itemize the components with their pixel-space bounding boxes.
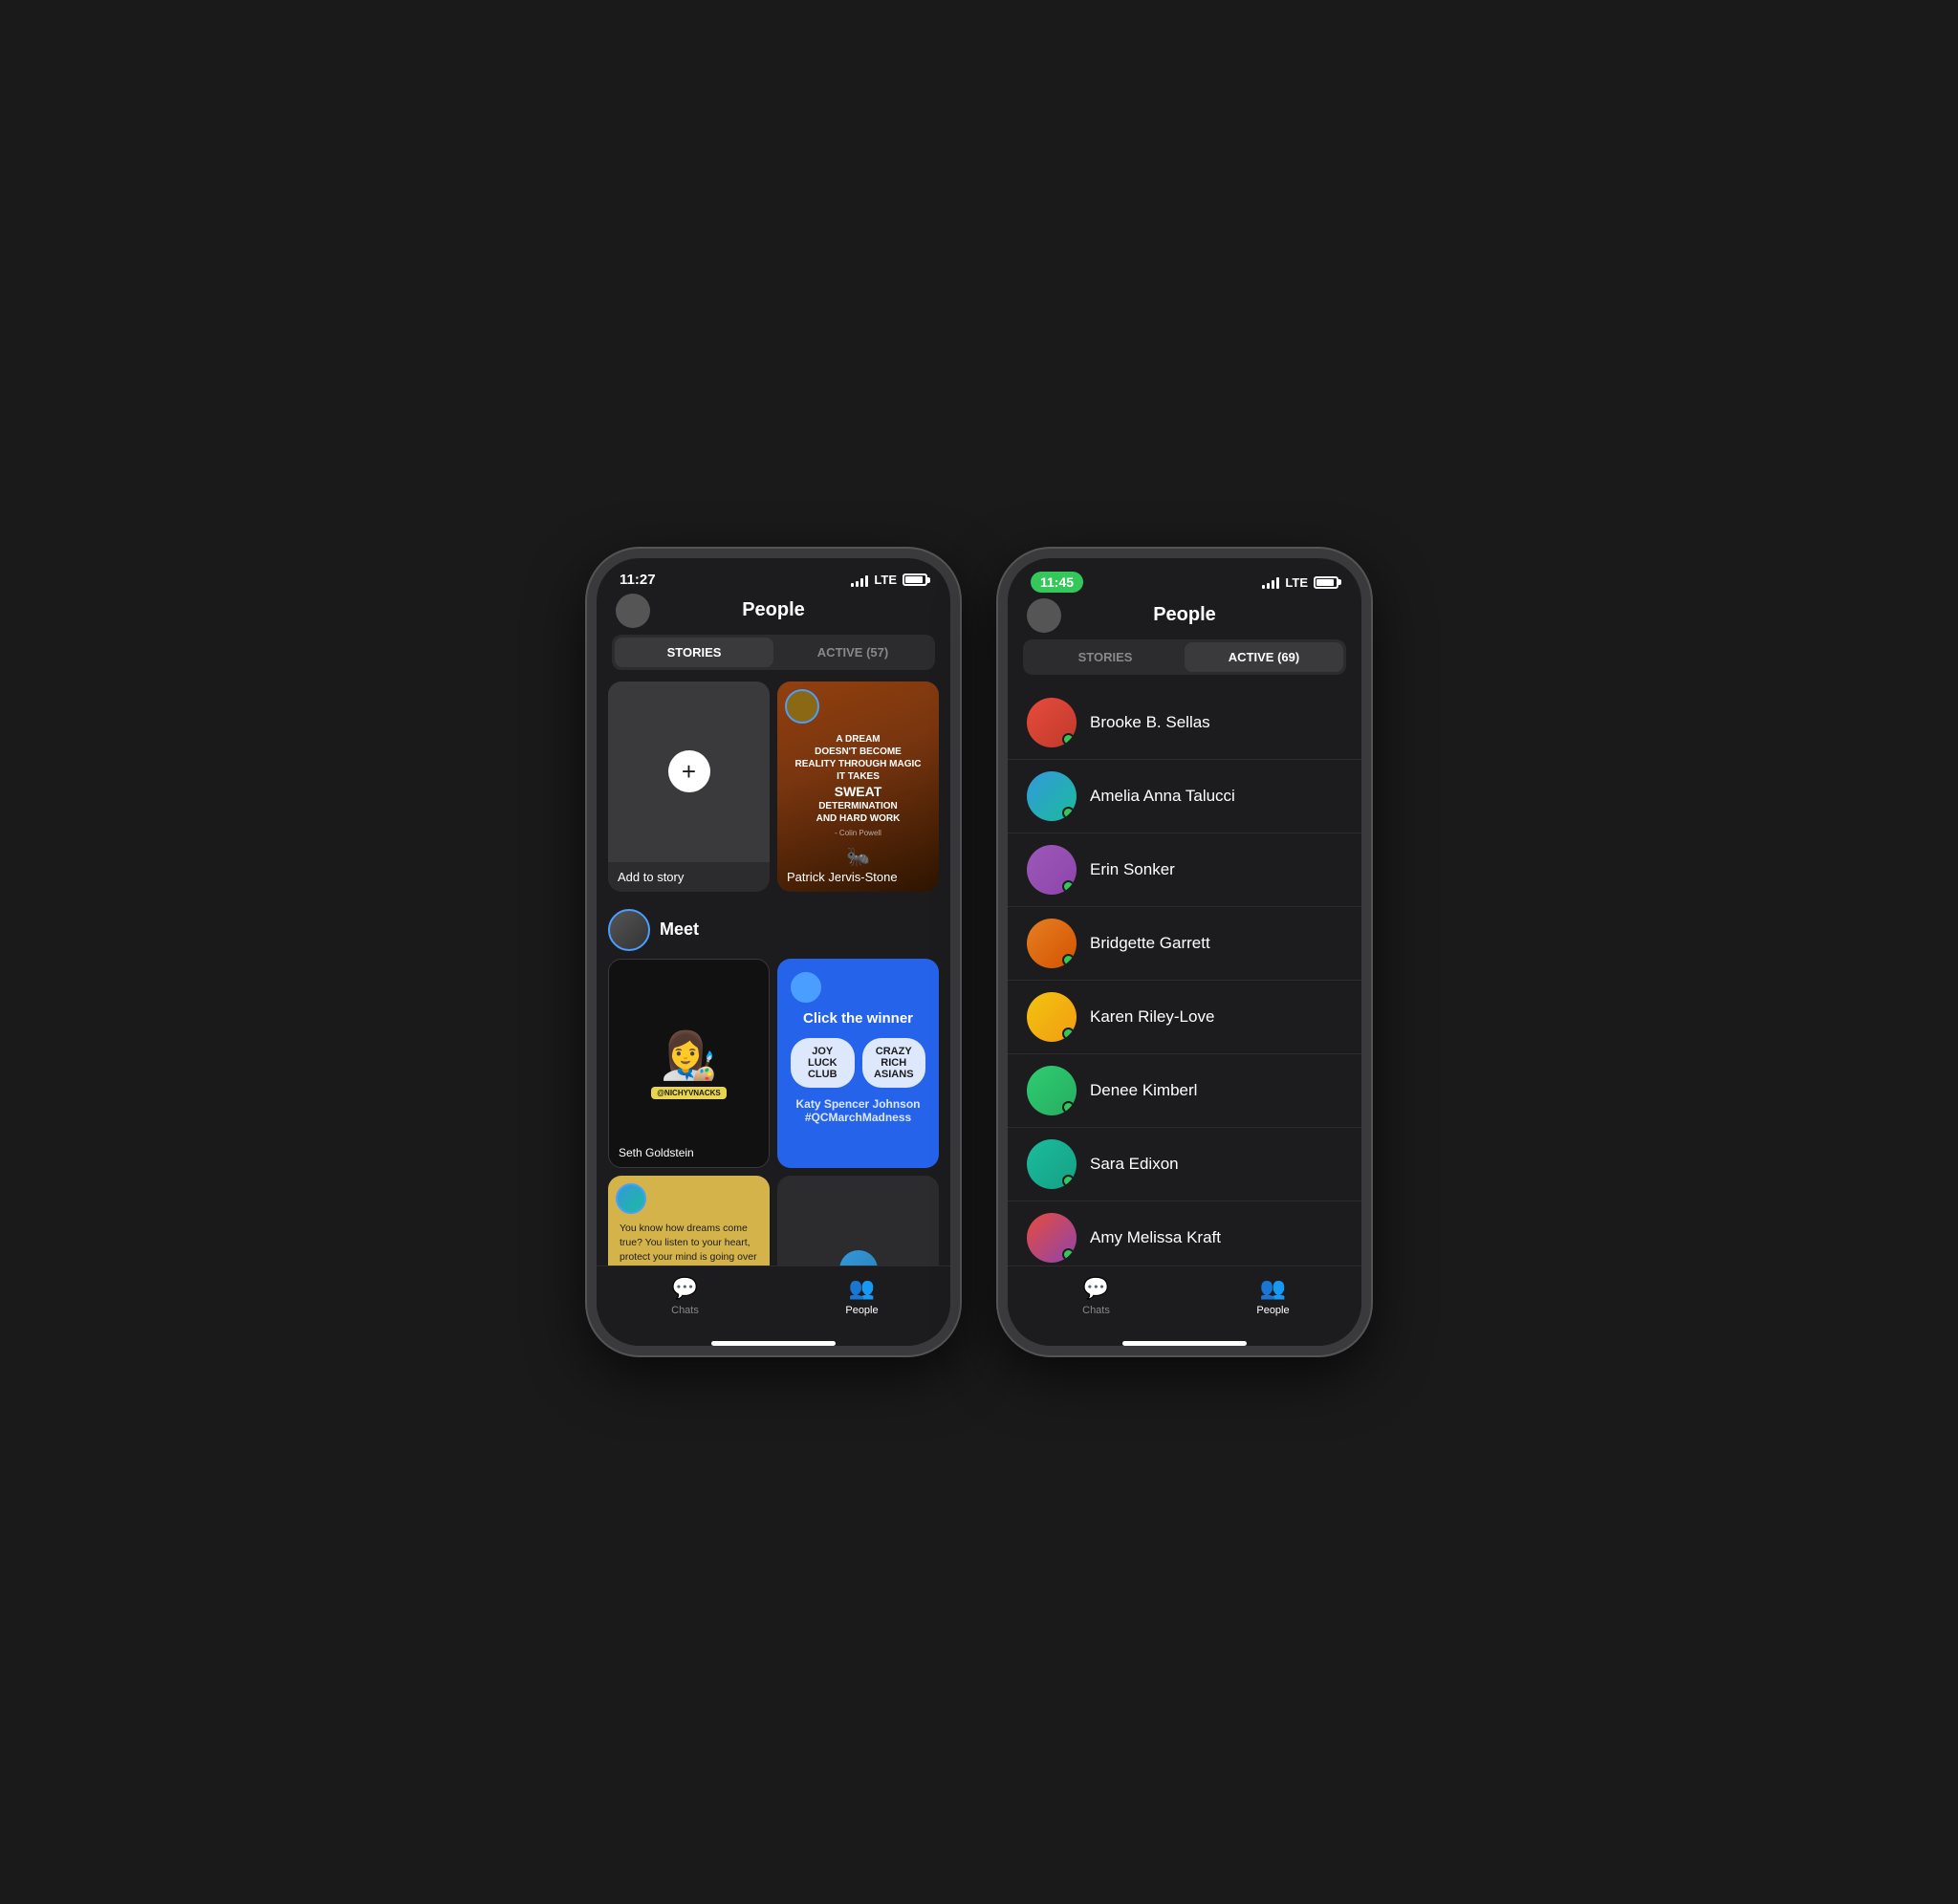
person-item-amy[interactable]: Amy Melissa Kraft (1008, 1201, 1361, 1266)
poll-user: Katy Spencer Johnson #QCMarchMadness (791, 1097, 925, 1124)
person-item-karen[interactable]: Karen Riley-Love (1008, 981, 1361, 1054)
story-card-katy[interactable]: Click the winner JOY LUCK CLUB CRAZY RIC… (777, 959, 939, 1169)
story-card-text[interactable]: You know how dreams come true? You liste… (608, 1176, 770, 1266)
person-name-brooke: Brooke B. Sellas (1090, 713, 1210, 732)
right-phone: 11:45 LTE People STORIES (998, 549, 1371, 1355)
left-phone: 11:27 LTE People STORIES (587, 549, 960, 1355)
signal-icon-right (1262, 575, 1279, 589)
story-card-patrick[interactable]: A DREAMDOESN'T BECOMEREALITY THROUGH MAG… (777, 682, 939, 892)
person-avatar-sara (1027, 1139, 1077, 1189)
nav-chats-left[interactable]: 💬 Chats (597, 1276, 773, 1316)
page-title-left: People (742, 599, 805, 621)
bottom-nav-left: 💬 Chats 👥 People (597, 1266, 950, 1335)
tab-stories-left[interactable]: STORIES (615, 638, 773, 667)
story-card-audit[interactable]: SITE AUDIT CREATED: NOW (777, 1176, 939, 1266)
person-avatar-erin (1027, 845, 1077, 895)
nav-chats-label-right: Chats (1082, 1305, 1110, 1316)
poll-options: JOY LUCK CLUB CRAZY RICH ASIANS (791, 1038, 925, 1088)
person-name-denee: Denee Kimberl (1090, 1081, 1197, 1100)
online-dot-amy (1062, 1248, 1075, 1261)
people-list: Brooke B. Sellas Amelia Anna Talucci Eri… (1008, 686, 1361, 1266)
online-dot-denee (1062, 1101, 1075, 1114)
story-avatar-katy (791, 972, 821, 1003)
profile-avatar-left[interactable] (616, 594, 650, 628)
person-name-sara: Sara Edixon (1090, 1155, 1179, 1174)
status-icons-right: LTE (1262, 575, 1338, 590)
nav-chats-right[interactable]: 💬 Chats (1008, 1276, 1185, 1316)
people-icon-left: 👥 (849, 1276, 875, 1301)
person-name-amy: Amy Melissa Kraft (1090, 1228, 1221, 1247)
chats-icon-right: 💬 (1083, 1276, 1109, 1301)
person-item-denee[interactable]: Denee Kimberl (1008, 1054, 1361, 1128)
story-label-seth: Seth Goldstein (619, 1146, 759, 1159)
person-item-sara[interactable]: Sara Edixon (1008, 1128, 1361, 1201)
battery-icon-right (1314, 576, 1338, 589)
person-avatar-brooke (1027, 698, 1077, 747)
time-right: 11:45 (1031, 572, 1083, 593)
person-avatar-denee (1027, 1066, 1077, 1115)
tab-stories-right[interactable]: STORIES (1026, 642, 1185, 672)
home-indicator-right (1122, 1341, 1247, 1346)
people-icon-right: 👥 (1260, 1276, 1286, 1301)
meet-avatar (608, 909, 650, 951)
person-name-bridgette: Bridgette Garrett (1090, 934, 1210, 953)
chats-icon-left: 💬 (672, 1276, 698, 1301)
person-item-bridgette[interactable]: Bridgette Garrett (1008, 907, 1361, 981)
lte-label: LTE (874, 573, 897, 587)
person-avatar-bridgette (1027, 919, 1077, 968)
person-avatar-karen (1027, 992, 1077, 1042)
online-dot-karen (1062, 1028, 1075, 1040)
nav-people-left[interactable]: 👥 People (773, 1276, 950, 1316)
tab-bar-right: STORIES ACTIVE (69) (1023, 639, 1346, 675)
person-item-amelia[interactable]: Amelia Anna Talucci (1008, 760, 1361, 833)
online-dot-erin (1062, 880, 1075, 893)
nav-people-label-left: People (845, 1305, 878, 1316)
tab-active-right[interactable]: ACTIVE (69) (1185, 642, 1343, 672)
nav-people-right[interactable]: 👥 People (1185, 1276, 1361, 1316)
online-dot-sara (1062, 1175, 1075, 1187)
audit-avatar (839, 1250, 878, 1266)
time-left: 11:27 (620, 572, 656, 588)
person-avatar-amelia (1027, 771, 1077, 821)
plus-icon: + (668, 750, 710, 792)
person-name-karen: Karen Riley-Love (1090, 1007, 1214, 1027)
online-dot-bridgette (1062, 954, 1075, 966)
add-story-label: Add to story (608, 862, 770, 892)
online-dot-brooke (1062, 733, 1075, 746)
signal-icon (851, 573, 868, 587)
person-name-erin: Erin Sonker (1090, 860, 1175, 879)
profile-avatar-right[interactable] (1027, 598, 1061, 633)
person-avatar-amy (1027, 1213, 1077, 1263)
nav-chats-label-left: Chats (671, 1305, 699, 1316)
status-icons-left: LTE (851, 573, 927, 587)
page-header-right: People (1008, 600, 1361, 636)
poll-question: Click the winner (791, 1010, 925, 1027)
story-card-seth[interactable]: 👩‍🎨 @NICHYVNACKS Seth Goldstein (608, 959, 770, 1169)
tab-bar-left: STORIES ACTIVE (57) (612, 635, 935, 670)
poll-opt1[interactable]: JOY LUCK CLUB (791, 1038, 855, 1088)
home-indicator-left (711, 1341, 836, 1346)
bottom-nav-right: 💬 Chats 👥 People (1008, 1266, 1361, 1335)
nav-people-label-right: People (1256, 1305, 1289, 1316)
page-header-left: People (597, 595, 950, 631)
person-name-amelia: Amelia Anna Talucci (1090, 787, 1235, 806)
poll-opt2[interactable]: CRAZY RICH ASIANS (862, 1038, 926, 1088)
person-item-brooke[interactable]: Brooke B. Sellas (1008, 686, 1361, 760)
lte-label-right: LTE (1285, 575, 1308, 590)
meet-section: Meet 👩‍🎨 @NICHYVNACKS Seth Goldstein (597, 892, 950, 1266)
online-dot-amelia (1062, 807, 1075, 819)
story-label-patrick: Patrick Jervis-Stone (787, 870, 929, 884)
add-story-card[interactable]: + Add to story (608, 682, 770, 892)
notch-left (697, 558, 850, 585)
person-item-erin[interactable]: Erin Sonker (1008, 833, 1361, 907)
meet-label: Meet (660, 920, 699, 940)
stories-grid: + Add to story A DREAMDOESN'T BECOMEREAL… (597, 682, 950, 892)
tab-active-left[interactable]: ACTIVE (57) (773, 638, 932, 667)
battery-icon (903, 573, 927, 586)
notch-right (1108, 558, 1261, 585)
page-title-right: People (1153, 604, 1216, 626)
